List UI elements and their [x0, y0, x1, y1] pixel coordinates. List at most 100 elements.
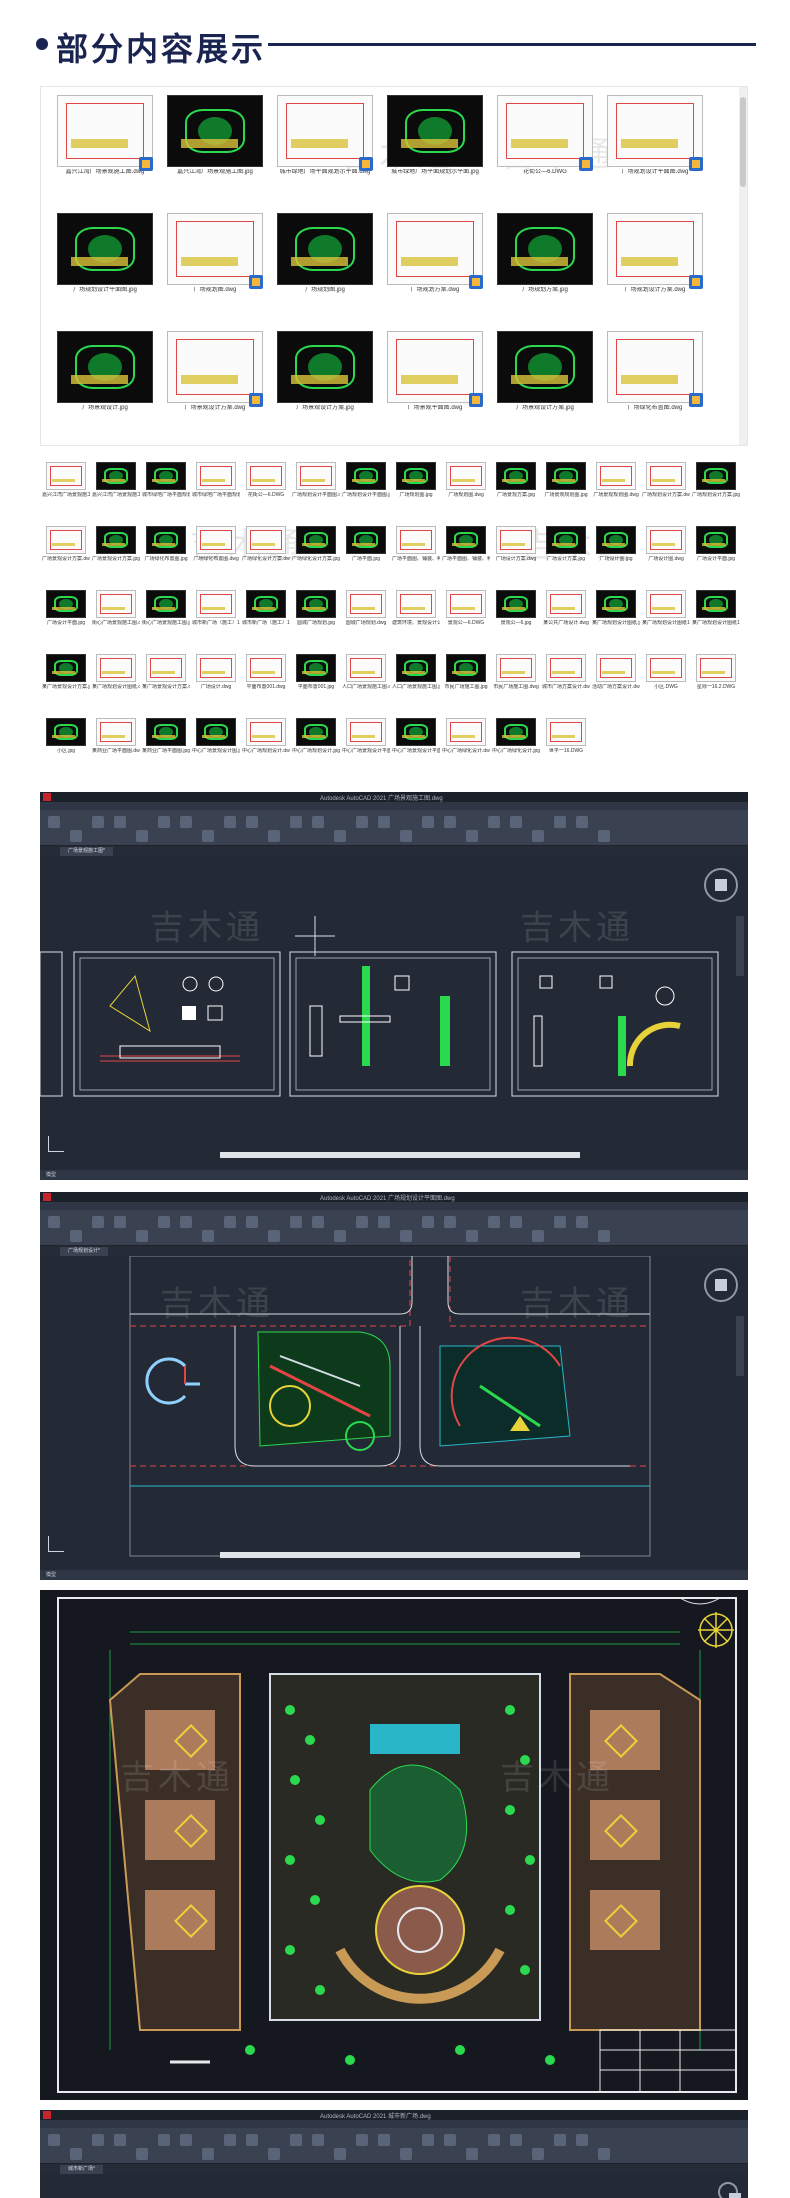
ribbon-tool-icon[interactable] — [378, 1216, 390, 1228]
drawing-viewport[interactable]: 吉木通 吉木通 — [40, 856, 748, 1170]
file-item[interactable]: 广场景观设计方案.jpg — [487, 331, 605, 412]
ribbon-tool-icon[interactable] — [136, 830, 148, 842]
drawing-viewport[interactable]: 吉木通 吉木通 — [40, 1256, 748, 1570]
file-item[interactable]: 小区.jpg — [42, 718, 90, 754]
ribbon-tool-icon[interactable] — [444, 1216, 456, 1228]
file-item[interactable]: 广场绿化设计方案.jpg — [292, 526, 340, 562]
file-item[interactable]: 建筑环境、景观设计公共空间设计.dwg — [392, 590, 440, 626]
file-item[interactable]: 景观公—6.jpg — [492, 590, 540, 626]
file-item[interactable]: 中心广场景观设计平面图.dwg — [342, 718, 390, 754]
file-item[interactable]: 城市新广场（施工）1.dwg — [192, 590, 240, 626]
file-item[interactable]: 广场规划图.dwg — [157, 213, 275, 294]
viewcube[interactable] — [718, 2182, 741, 2198]
file-item[interactable]: 平面布置001.dwg — [242, 654, 290, 690]
viewcube[interactable] — [704, 1268, 738, 1302]
ribbon-tool-icon[interactable] — [246, 2134, 258, 2146]
ribbon-tool-icon[interactable] — [444, 816, 456, 828]
file-item[interactable]: 广场规划设计平面图.jpg — [47, 213, 165, 294]
file-item[interactable]: 某广场景观设计方案.jpg — [42, 654, 90, 690]
ribbon-tool-icon[interactable] — [488, 816, 500, 828]
scrollbar[interactable] — [739, 87, 747, 445]
file-item[interactable]: 广场绿化布置图.dwg — [597, 331, 715, 412]
file-item[interactable]: 广场设计图.dwg — [642, 526, 690, 562]
file-item[interactable]: 广场设计图.jpg — [592, 526, 640, 562]
file-item[interactable]: 中心广场绿化设计.dwg — [442, 718, 490, 754]
autocad-logo-icon[interactable] — [43, 793, 51, 801]
file-item[interactable]: 圆城广场规划.jpg — [292, 590, 340, 626]
ribbon-tool-icon[interactable] — [70, 1230, 82, 1242]
ribbon-tool-icon[interactable] — [290, 2134, 302, 2146]
ribbon-tool-icon[interactable] — [576, 816, 588, 828]
ribbon-tool-icon[interactable] — [180, 2134, 192, 2146]
file-item[interactable]: 人口广场景观施工图.dwg — [342, 654, 390, 690]
ribbon-tool-icon[interactable] — [422, 816, 434, 828]
ribbon-tool-icon[interactable] — [598, 2148, 610, 2160]
file-item[interactable]: 广场平面图、铺装、种植做法.dwg — [392, 526, 440, 562]
file-item[interactable]: 广场设计方案.jpg — [542, 526, 590, 562]
file-item[interactable]: 广场景观设计方案.jpg — [267, 331, 385, 412]
ribbon-tool-icon[interactable] — [312, 1216, 324, 1228]
ribbon-tool-icon[interactable] — [158, 816, 170, 828]
file-item[interactable]: 嘉兴江湾广场景观施工图.jpg — [157, 95, 275, 176]
file-item[interactable]: 城市绿地广场平面规划示平面.jpg — [377, 95, 495, 176]
file-item[interactable]: 星际一16.2.DWG — [692, 654, 740, 690]
file-item[interactable]: 世平一16.DWG — [542, 718, 590, 754]
ribbon-tool-icon[interactable] — [158, 2134, 170, 2146]
file-item[interactable]: 广场规划设计方案.jpg — [692, 462, 740, 498]
ribbon-tool-icon[interactable] — [246, 816, 258, 828]
ribbon-tool-icon[interactable] — [510, 816, 522, 828]
ribbon-tool-icon[interactable] — [312, 2134, 324, 2146]
ribbon-tool-icon[interactable] — [312, 816, 324, 828]
ribbon-tool-icon[interactable] — [510, 2134, 522, 2146]
ribbon-tool-icon[interactable] — [576, 1216, 588, 1228]
ribbon-tool-icon[interactable] — [202, 830, 214, 842]
ribbon-tool-icon[interactable] — [356, 2134, 368, 2146]
file-item[interactable]: 街心广场景观施工图.jpg — [142, 590, 190, 626]
ribbon-tool-icon[interactable] — [48, 2134, 60, 2146]
file-item[interactable]: 广场景观平面图.dwg — [377, 331, 495, 412]
file-item[interactable]: 活动广场方案设计.dwg — [592, 654, 640, 690]
ribbon-tool-icon[interactable] — [224, 816, 236, 828]
ribbon-tool-icon[interactable] — [422, 1216, 434, 1228]
ribbon-tool-icon[interactable] — [598, 1230, 610, 1242]
file-item[interactable]: 城市绿地广场平面规划示平面.dwg — [192, 462, 240, 498]
ribbon-tool-icon[interactable] — [400, 1230, 412, 1242]
file-item[interactable]: 某商业广场平面图.jpg — [142, 718, 190, 754]
file-item[interactable]: 中心广场规划设计.jpg — [292, 718, 340, 754]
ribbon-tool-icon[interactable] — [334, 1230, 346, 1242]
model-tab[interactable]: 模型 — [46, 1171, 56, 1178]
ribbon-tool-icon[interactable] — [576, 2134, 588, 2146]
ribbon-tool-icon[interactable] — [136, 2148, 148, 2160]
file-item[interactable]: 广场规划设计平面图.jpg — [342, 462, 390, 498]
file-item[interactable]: 人口广场景观施工图.jpg — [392, 654, 440, 690]
ribbon-tool-icon[interactable] — [180, 1216, 192, 1228]
ribbon-tool-icon[interactable] — [400, 830, 412, 842]
ribbon-tool-icon[interactable] — [136, 1230, 148, 1242]
file-item[interactable]: 广场规划设计平面图.dwg — [292, 462, 340, 498]
file-item[interactable]: 城市广场方案设计.dwg — [542, 654, 590, 690]
file-item[interactable]: 广场规划图.jpg — [267, 213, 385, 294]
file-item[interactable]: 广场绿化设计方案.dwg — [242, 526, 290, 562]
ribbon-tool-icon[interactable] — [92, 816, 104, 828]
file-item[interactable]: 某广场规划设计图纸1.jpg — [692, 590, 740, 626]
command-line[interactable] — [220, 1152, 580, 1158]
file-item[interactable]: 城市绿地广场平面规划示平面.dwg — [267, 95, 385, 176]
file-item[interactable]: 花街公—6.DWG — [487, 95, 605, 176]
file-item[interactable]: 某广场景观设计方案.dwg — [142, 654, 190, 690]
ribbon-tool-icon[interactable] — [422, 2134, 434, 2146]
model-tab[interactable]: 模型 — [46, 1571, 56, 1578]
ribbon-tool-icon[interactable] — [532, 1230, 544, 1242]
ribbon-tool-icon[interactable] — [532, 2148, 544, 2160]
ribbon-tool-icon[interactable] — [180, 816, 192, 828]
file-item[interactable]: 广场绿化布置图.jpg — [142, 526, 190, 562]
ribbon-tool-icon[interactable] — [268, 830, 280, 842]
document-tab[interactable]: 城市新广场* — [60, 2165, 103, 2174]
autocad-logo-icon[interactable] — [43, 1193, 51, 1201]
ribbon-tool-icon[interactable] — [554, 2134, 566, 2146]
file-item[interactable]: 广场规划方案.jpg — [487, 213, 605, 294]
file-item[interactable]: 市民广场施工图.dwg — [492, 654, 540, 690]
file-item[interactable]: 某广场规划设计图纸.dwg — [92, 654, 140, 690]
file-item[interactable]: 广场设计.dwg — [192, 654, 240, 690]
file-item[interactable]: 中心广场规划设计.dwg — [242, 718, 290, 754]
file-item[interactable]: 广场规划方案.dwg — [377, 213, 495, 294]
